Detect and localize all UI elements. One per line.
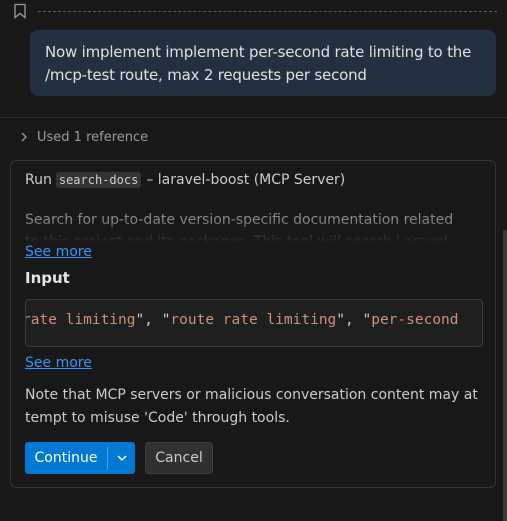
divider-dashed [38, 11, 497, 12]
tool-confirmation-card: Run search-docs – laravel-boost (MCP Ser… [10, 160, 496, 488]
tool-input-box[interactable]: rate limiting", "route rate limiting", "… [25, 299, 483, 347]
user-message: Now implement implement per-second rate … [30, 30, 496, 96]
continue-button[interactable]: Continue [25, 442, 107, 474]
cancel-label: Cancel [155, 450, 203, 466]
input-item: route rate limiting [170, 312, 337, 328]
user-message-text: Now implement implement per-second rate … [45, 43, 472, 84]
input-item: rate limiting [25, 312, 136, 328]
server-text: – laravel-boost (MCP Server) [146, 172, 346, 188]
section-divider [0, 117, 507, 118]
used-references-toggle[interactable]: Used 1 reference [17, 128, 148, 146]
chat-header [0, 0, 507, 26]
tool-run-line: Run search-docs – laravel-boost (MCP Ser… [25, 172, 345, 188]
tool-description: Search for up-to-date version-specific d… [25, 212, 454, 243]
continue-button-group: Continue [25, 442, 135, 474]
cancel-button[interactable]: Cancel [145, 442, 213, 474]
run-prefix: Run [25, 172, 52, 188]
see-more-description-link[interactable]: See more [25, 244, 92, 260]
input-heading: Input [25, 269, 70, 287]
references-label: Used 1 reference [37, 129, 149, 145]
chevron-down-icon [116, 455, 127, 462]
bookmark-icon[interactable] [13, 3, 27, 19]
scrollbar-thumb[interactable] [503, 230, 507, 521]
continue-dropdown-button[interactable] [108, 442, 135, 474]
tool-name-chip: search-docs [55, 172, 142, 188]
input-item: per-second [371, 312, 459, 328]
chevron-right-icon [21, 132, 27, 142]
security-note: Note that MCP servers or malicious conve… [25, 387, 478, 426]
see-more-input-link[interactable]: See more [25, 355, 92, 371]
continue-label: Continue [34, 450, 98, 466]
tool-input-text: rate limiting", "route rate limiting", "… [26, 312, 459, 328]
